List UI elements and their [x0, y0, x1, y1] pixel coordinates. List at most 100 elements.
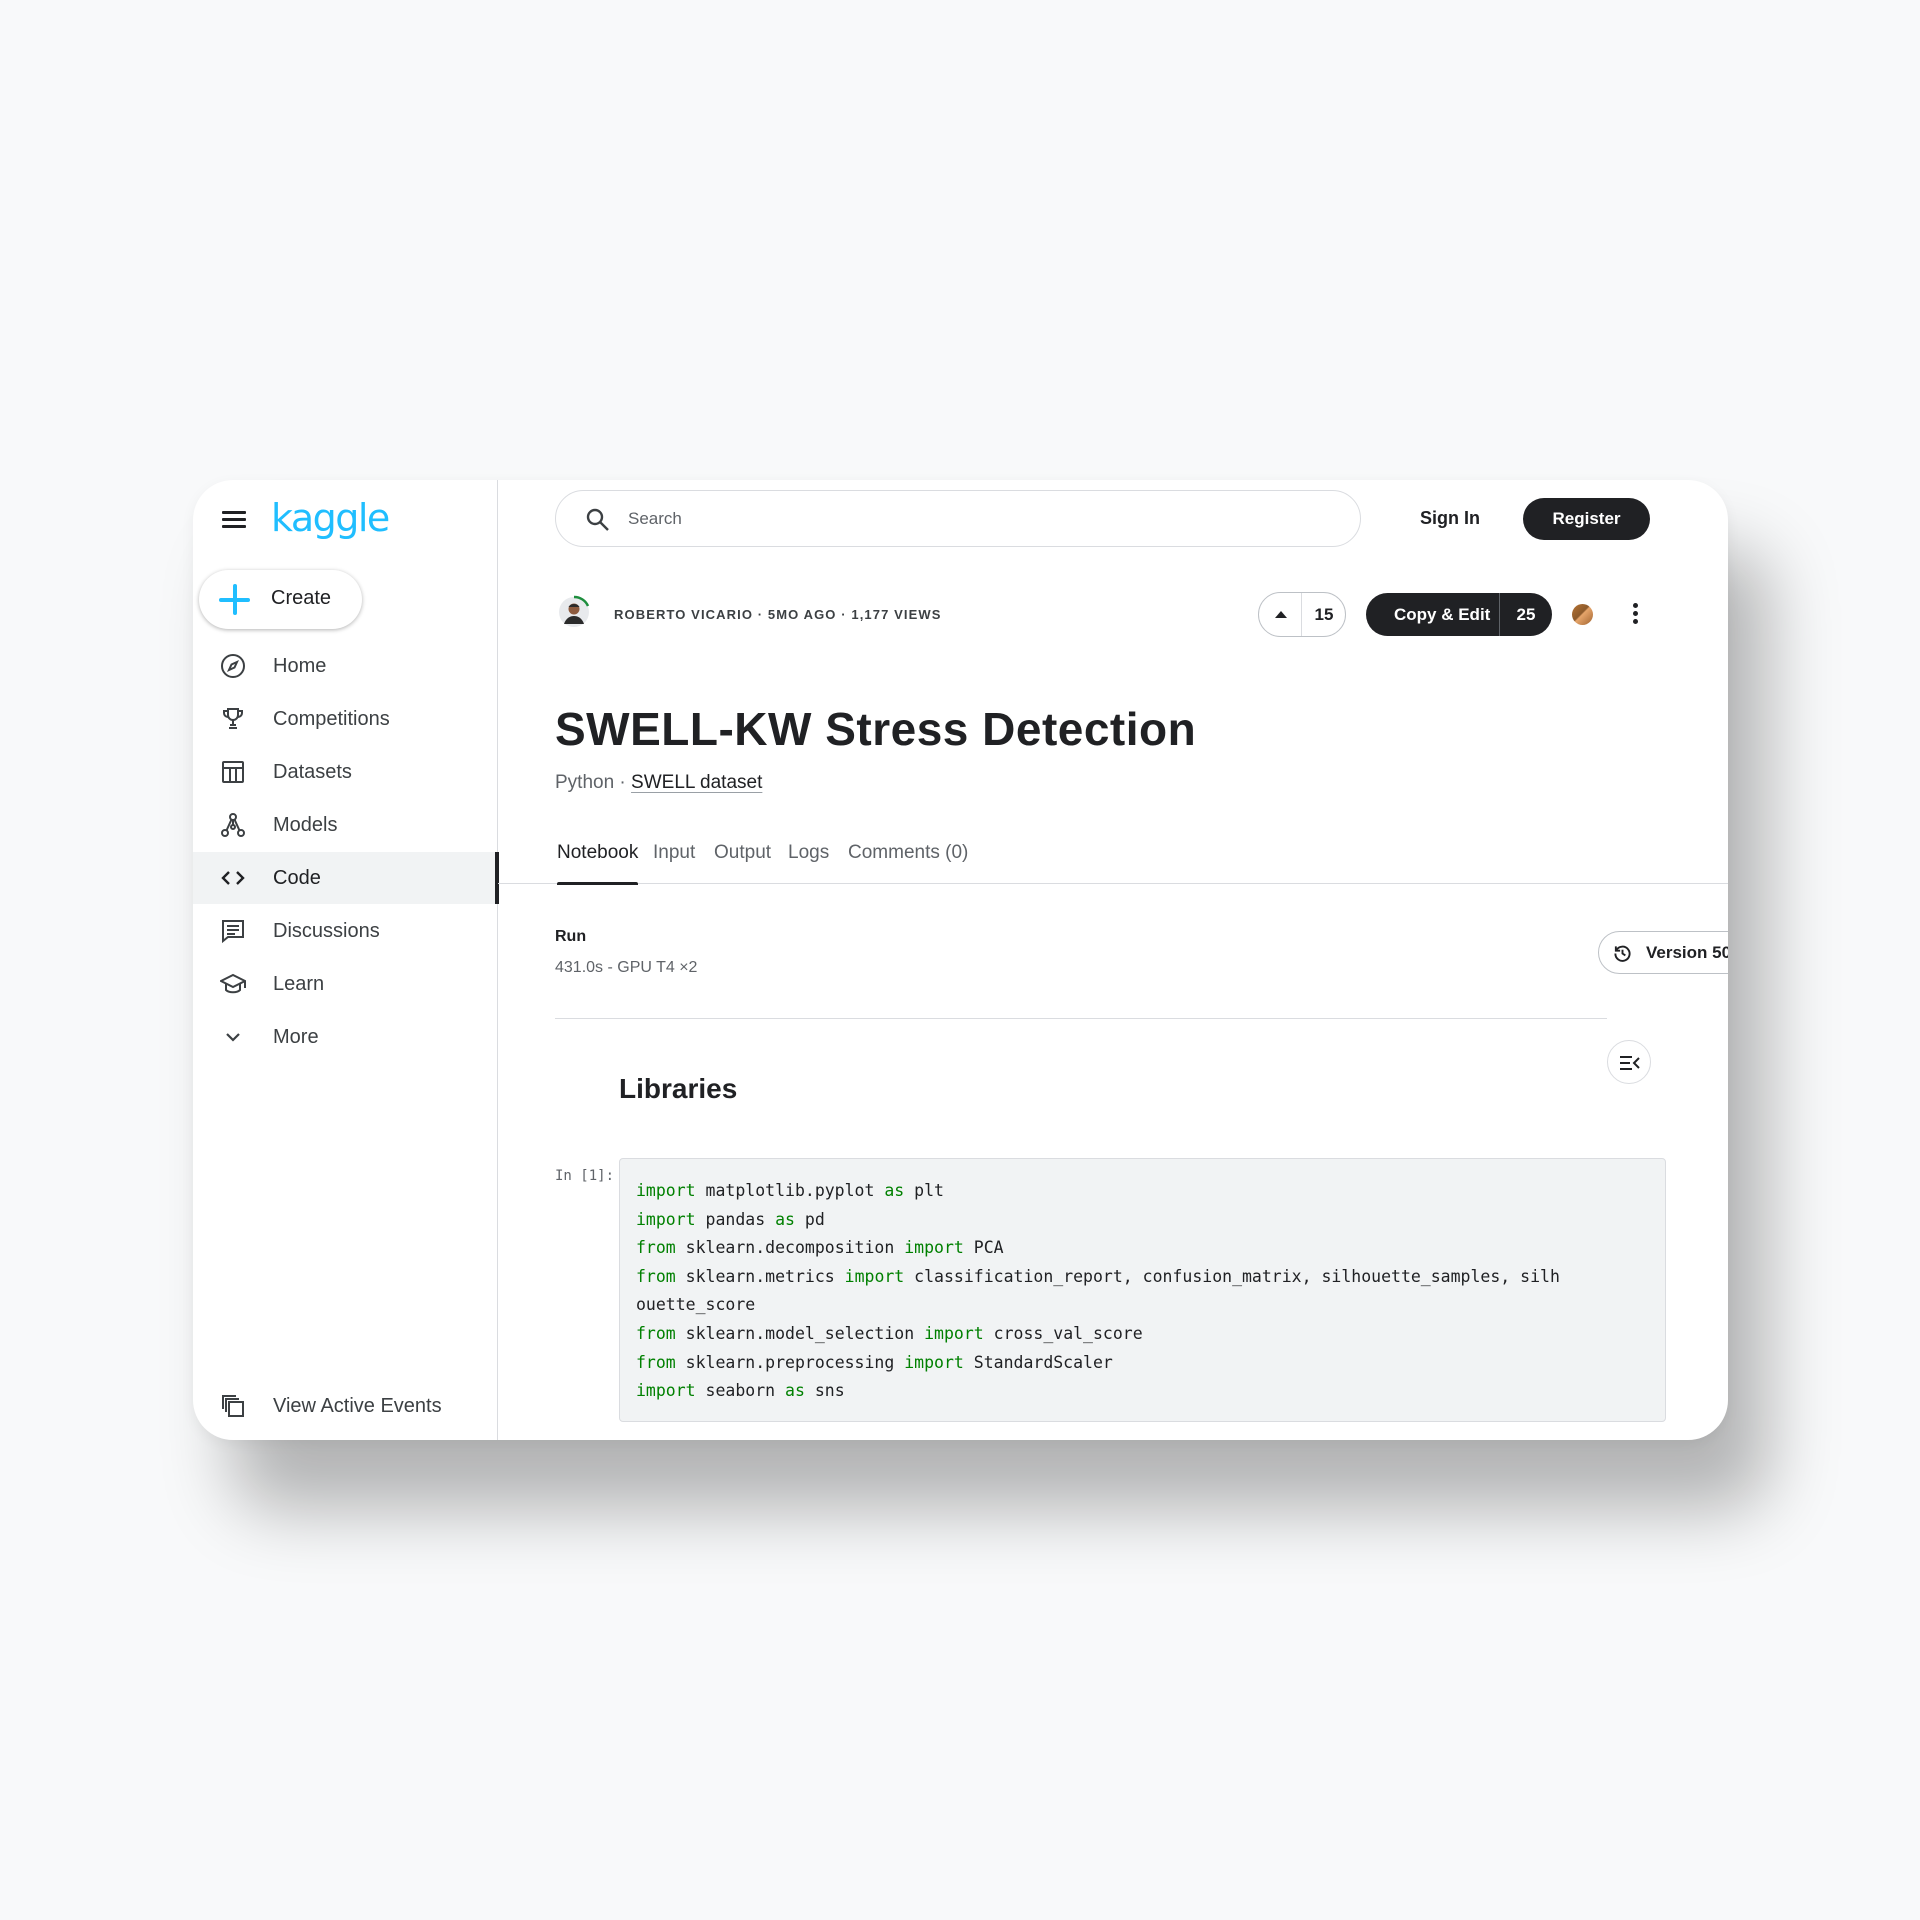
code-text: ouette_score	[636, 1295, 756, 1315]
upvote-button[interactable]	[1259, 593, 1302, 636]
code-text: sns	[804, 1381, 845, 1401]
tab-output[interactable]: Output	[714, 842, 771, 884]
sidebar-item-code[interactable]: Code	[193, 852, 499, 904]
code-text: StandardScaler	[963, 1352, 1113, 1372]
code-line: import seaborn as sns	[636, 1377, 1649, 1406]
sidebar-item-label: More	[273, 1026, 319, 1048]
copy-edit-count: 25	[1516, 605, 1536, 624]
search-input[interactable]	[628, 503, 1308, 535]
search-bar[interactable]	[555, 490, 1361, 547]
sidebar-item-home[interactable]: Home	[193, 640, 498, 692]
sidebar-item-label: Home	[273, 655, 327, 677]
code-line: from sklearn.preprocessing import Standa…	[636, 1349, 1649, 1378]
sign-in-button[interactable]: Sign In	[1420, 508, 1480, 529]
tab-notebook[interactable]: Notebook	[557, 842, 639, 885]
compass-icon	[221, 654, 245, 678]
sidebar-item-competitions[interactable]: Competitions	[193, 693, 498, 745]
sidebar-item-learn[interactable]: Learn	[193, 958, 498, 1010]
sidebar-item-label: Models	[273, 814, 338, 836]
view-active-events-label: View Active Events	[273, 1395, 442, 1417]
plus-icon	[219, 584, 250, 615]
code-text: pandas	[695, 1209, 776, 1229]
code-keyword: import	[636, 1209, 696, 1229]
language-label: Python	[555, 772, 615, 793]
sidebar-item-label: Learn	[273, 973, 325, 995]
history-icon	[1614, 945, 1631, 962]
version-button[interactable]: Version 50 of 50	[1598, 931, 1728, 974]
code-keyword: import	[904, 1238, 964, 1258]
dataset-link[interactable]: SWELL dataset	[631, 772, 762, 793]
code-text: seaborn	[695, 1381, 786, 1401]
discussions-icon	[222, 920, 244, 944]
code-line: from sklearn.decomposition import PCA	[636, 1234, 1649, 1263]
cell-prompt: In [1]:	[555, 1168, 615, 1184]
sidebar-item-label: Code	[273, 867, 321, 889]
code-line: from sklearn.metrics import classificati…	[636, 1263, 1649, 1292]
create-label: Create	[271, 587, 332, 609]
code-keyword: as	[884, 1181, 905, 1200]
sidebar-item-more[interactable]: More	[193, 1011, 498, 1063]
register-button[interactable]: Register	[1523, 498, 1650, 540]
code-keyword: as	[785, 1381, 805, 1401]
code-text: sklearn.preprocessing	[675, 1352, 905, 1372]
chevron-down-icon	[226, 1033, 240, 1042]
notebook-subtitle: Python · SWELL dataset	[555, 772, 762, 794]
code-line: from sklearn.model_selection import cros…	[636, 1320, 1649, 1349]
code-keyword: as	[775, 1209, 795, 1229]
code-line: import pandas as pd	[636, 1206, 1649, 1235]
more-options-icon[interactable]	[1631, 603, 1639, 625]
bronze-medal-icon	[1572, 604, 1593, 625]
notebook-tabs: Notebook Input Output Logs Comments (0)	[498, 842, 1728, 885]
tab-input[interactable]: Input	[653, 842, 695, 884]
code-text: cross_val_score	[983, 1323, 1143, 1343]
code-text: matplotlib.pyplot	[695, 1181, 885, 1200]
copy-edit-button[interactable]: Copy & Edit 25	[1366, 593, 1552, 636]
code-keyword: import	[904, 1352, 964, 1372]
create-button[interactable]: Create	[199, 570, 362, 629]
sidebar: kaggle Create Home Competitions Datasets…	[193, 480, 499, 1440]
table-icon	[222, 761, 244, 783]
code-keyword: import	[844, 1266, 905, 1286]
code-text: sklearn.model_selection	[675, 1323, 925, 1343]
upvote-count: 15	[1314, 605, 1334, 624]
code-cell[interactable]: import matplotlib.pyplot as plt import pa…	[619, 1158, 1666, 1422]
run-label: Run	[555, 928, 587, 945]
divider	[555, 1018, 1607, 1019]
sidebar-item-models[interactable]: Models	[193, 799, 498, 851]
code-text: plt	[904, 1181, 944, 1200]
main-content: Sign In Register ROBERTO VICARIO · 5MO A…	[498, 480, 1728, 1440]
code-text: sklearn.metrics	[675, 1266, 845, 1286]
upvote-control: 15	[1258, 592, 1346, 637]
code-line: ouette_score	[636, 1291, 1649, 1320]
subtitle-separator: ·	[614, 772, 632, 793]
tab-logs[interactable]: Logs	[788, 842, 829, 884]
menu-icon[interactable]	[222, 511, 246, 529]
app-window: kaggle Create Home Competitions Datasets…	[193, 480, 1728, 1440]
section-heading: Libraries	[619, 1073, 738, 1104]
trophy-icon	[223, 708, 243, 729]
sidebar-item-datasets[interactable]: Datasets	[193, 746, 498, 798]
sidebar-item-label: Discussions	[273, 920, 380, 942]
code-text: sklearn.decomposition	[675, 1238, 905, 1258]
run-info: 431.0s - GPU T4 ×2	[555, 959, 698, 976]
search-icon	[586, 508, 609, 531]
code-keyword: from	[636, 1352, 676, 1372]
table-of-contents-button[interactable]	[1607, 1040, 1651, 1084]
sidebar-item-discussions[interactable]: Discussions	[193, 905, 498, 957]
graduation-cap-icon	[220, 973, 246, 994]
view-active-events-link[interactable]: View Active Events	[193, 1380, 498, 1432]
avatar[interactable]	[557, 595, 591, 629]
events-icon	[222, 1395, 244, 1417]
sidebar-item-label: Competitions	[273, 708, 390, 730]
code-keyword: import	[636, 1181, 696, 1200]
code-keyword: from	[636, 1238, 676, 1258]
code-line: import matplotlib.pyplot as plt	[636, 1177, 1649, 1206]
code-keyword: from	[636, 1266, 676, 1286]
kaggle-logo[interactable]: kaggle	[271, 496, 390, 540]
copy-edit-label: Copy & Edit	[1394, 605, 1491, 624]
tab-comments[interactable]: Comments (0)	[848, 842, 968, 884]
models-icon	[221, 813, 245, 837]
code-text: classification_report, confusion_matrix,…	[904, 1266, 1560, 1286]
code-icon	[221, 871, 245, 885]
sidebar-item-label: Datasets	[273, 761, 352, 783]
